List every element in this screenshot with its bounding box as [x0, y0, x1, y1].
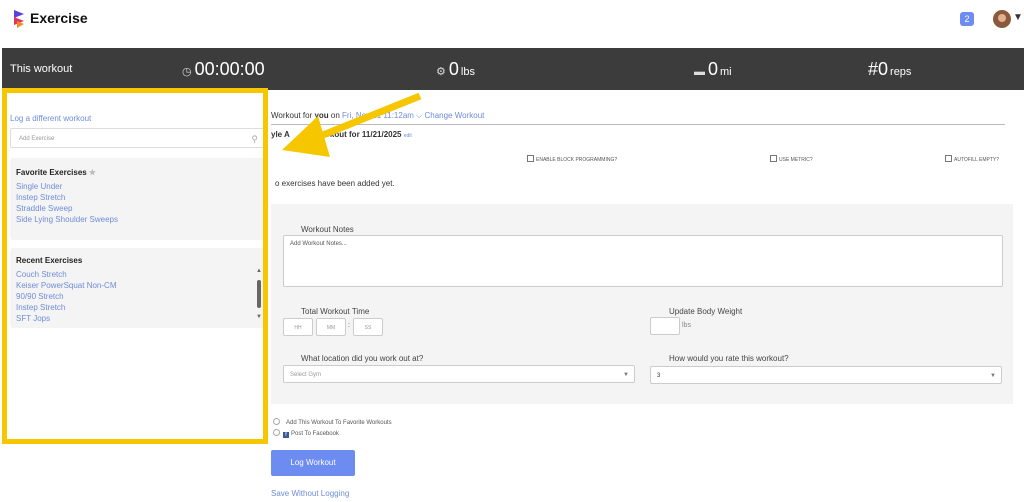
minutes-input[interactable]: MM	[316, 318, 346, 336]
date-link[interactable]: Fri, Nov 21 11:12am	[342, 111, 414, 120]
app-logo-icon	[14, 10, 24, 28]
time-stat: ◷ 00:00:00	[182, 48, 265, 90]
enable-block-programming-checkbox[interactable]: ENABLE BLOCK PROGRAMMING?	[527, 155, 617, 163]
distance-value: 0	[708, 59, 719, 79]
seconds-input[interactable]: SS	[353, 318, 383, 336]
update-body-weight-label: Update Body Weight	[669, 307, 743, 316]
chevron-down-icon: ▼	[623, 372, 629, 378]
autofill-empty-checkbox[interactable]: AUTOFILL EMPTY?	[945, 155, 999, 163]
weight-stat: ⚙ 0 lbs	[436, 48, 475, 90]
top-nav: Exercise 2 ▼	[0, 0, 1024, 40]
shoe-icon: ▬	[694, 66, 705, 78]
stats-bar: This workout ◷ 00:00:00 ⚙ 0 lbs ▬ 0 mi #0 reps	[2, 48, 1024, 90]
body-weight-input[interactable]	[650, 317, 680, 335]
body-weight-unit: lbs	[682, 322, 691, 329]
workout-title: yle As Workout for 11/21/2025 edit	[271, 130, 412, 139]
reps-value: 0	[878, 59, 889, 79]
log-workout-button[interactable]: Log Workout	[271, 450, 355, 476]
change-workout-link[interactable]: Change Workout	[424, 111, 484, 120]
time-separator: :	[348, 322, 350, 329]
location-label: What location did you work out at?	[301, 354, 424, 363]
avatar[interactable]	[993, 10, 1011, 28]
post-to-facebook-option[interactable]: f Post To Facebook	[273, 429, 339, 438]
rating-label: How would you rate this workout?	[669, 354, 789, 363]
app-title: Exercise	[30, 10, 88, 26]
weight-icon: ⚙	[436, 66, 446, 78]
highlight-box	[2, 88, 268, 444]
weight-value: 0	[448, 59, 459, 79]
favorite-workout-option[interactable]: Add This Workout To Favorite Workouts	[273, 418, 392, 426]
chevron-down-icon: ▼	[990, 373, 996, 379]
save-without-logging-link[interactable]: Save Without Logging	[271, 489, 349, 498]
distance-unit: mi	[720, 66, 732, 78]
hours-input[interactable]: HH	[283, 318, 313, 336]
workout-for-line: Workout for you on Fri, Nov 21 11:12am ⌵…	[271, 111, 485, 120]
edit-link[interactable]: edit	[404, 133, 412, 139]
rating-select[interactable]: 3 ▼	[650, 366, 1002, 384]
total-workout-time-label: Total Workout Time	[301, 307, 370, 316]
gym-select[interactable]: Select Gym ▼	[283, 365, 635, 383]
facebook-icon: f	[283, 432, 289, 438]
weight-unit: lbs	[460, 66, 475, 78]
workout-notes-input[interactable]: Add Workout Notes...	[283, 235, 1003, 287]
workout-notes-label: Workout Notes	[301, 225, 354, 234]
chevron-down-icon[interactable]: ⌵	[416, 111, 422, 120]
reps-prefix: #	[868, 59, 879, 79]
notification-badge[interactable]: 2	[960, 12, 974, 26]
stats-label: This workout	[10, 63, 73, 75]
reps-unit: reps	[890, 66, 912, 78]
chevron-down-icon[interactable]: ▼	[1013, 12, 1023, 23]
no-exercises-message: o exercises have been added yet.	[275, 179, 395, 188]
distance-stat: ▬ 0 mi	[694, 48, 732, 90]
clock-icon: ◷	[182, 66, 192, 78]
use-metric-checkbox[interactable]: USE METRIC?	[770, 155, 813, 163]
reps-stat: #0 reps	[868, 48, 911, 90]
divider	[271, 124, 1005, 125]
time-value: 00:00:00	[194, 59, 265, 79]
